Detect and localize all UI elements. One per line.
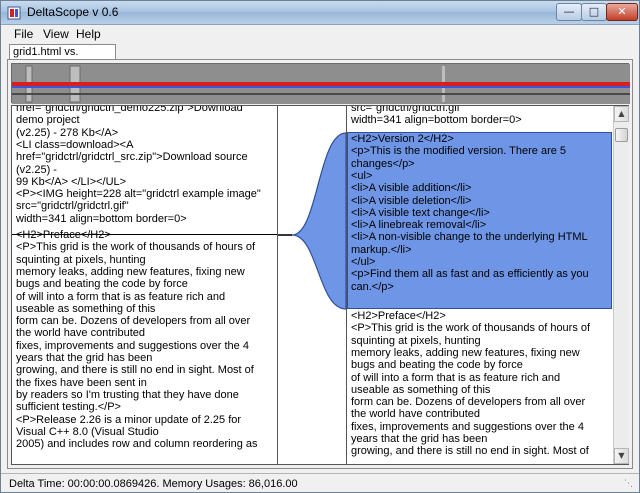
status-bar: Delta Time: 00:00:00.0869426. Memory Usa… (1, 473, 639, 492)
status-text: Delta Time: 00:00:00.0869426. Memory Usa… (9, 478, 298, 490)
maximize-icon: □ (588, 5, 600, 18)
code-line: useable as something of this (16, 302, 156, 315)
code-line: <li>A visible addition</li> (351, 182, 472, 195)
scroll-up-arrow-icon: ▲ (618, 109, 625, 118)
overview-red-line (12, 82, 630, 86)
code-line: squinting at pixels, hunting (16, 253, 146, 266)
close-button[interactable]: ✕ (606, 3, 638, 21)
code-line: <H2>Preface</H2> (16, 229, 111, 241)
right-scrollbar[interactable]: ▲ ▼ (613, 106, 629, 464)
code-line: the fixes have been sent in (16, 376, 147, 389)
app-window: DeltaScope v 0.6 — □ ✕ File View Help gr… (0, 0, 640, 493)
code-line: (v2.25) - 278 Kb</A> (16, 126, 119, 139)
menu-bar: File View Help (1, 25, 639, 43)
close-icon: ✕ (617, 5, 627, 18)
code-line: memory leaks, adding new features, fixin… (351, 346, 580, 359)
code-line: growing, and there is still no end in si… (16, 364, 254, 377)
resize-grip-icon[interactable]: ⋱ (624, 478, 636, 490)
code-line: fixes, improvements and suggestions over… (351, 420, 584, 433)
menu-file[interactable]: File (14, 27, 33, 41)
code-line: src="gridctrl/gridctrl.gif" (351, 105, 464, 114)
code-line: memory leaks, adding new features, fixin… (16, 265, 245, 278)
code-line: bugs and beating the code by force (16, 278, 188, 291)
left-text-pane[interactable]: href="gridctrl/gridctrl_demo225.zip">Dow… (11, 105, 278, 465)
minimize-button[interactable]: — (556, 3, 582, 21)
code-line: years that the grid has been (351, 433, 488, 445)
code-line: <p>This is the modified version. There a… (351, 145, 567, 158)
title-bar[interactable]: DeltaScope v 0.6 — □ ✕ (1, 1, 639, 25)
code-line: changes</p> (351, 157, 415, 170)
code-line: 99 Kb</A> </LI></UL> (16, 175, 127, 188)
code-line: bugs and beating the code by force (351, 359, 523, 372)
code-line: squinting at pixels, hunting (351, 334, 481, 347)
overview-blue-line (12, 86, 630, 88)
code-line: demo project (16, 114, 80, 127)
code-line: <li>A linebreak removal</li> (351, 219, 487, 232)
code-line: the world have contributed (351, 408, 481, 421)
code-line: of will into a form that is as feature r… (351, 371, 561, 384)
app-icon (7, 6, 21, 20)
code-line: can.</p> (351, 280, 394, 293)
code-line: form can be. Dozens of developers from a… (351, 396, 586, 409)
right-text-pane[interactable]: src="gridctrl/gridctrl.gif" width=341 ali… (346, 105, 629, 465)
code-line: <P>Release 2.26 is a minor update of 2.2… (16, 413, 242, 426)
code-line: <LI class=download><A (16, 138, 134, 151)
minimize-icon: — (563, 5, 575, 18)
code-line: <H2>Version 2</H2> (351, 133, 454, 145)
code-line: <P>This grid is the work of thousands of… (16, 241, 256, 254)
code-line: (v2.25) - (16, 163, 57, 176)
maximize-button[interactable]: □ (581, 3, 607, 21)
code-line: width=341 align=bottom border=0> (16, 212, 187, 225)
code-line: growing, and there is still no end in si… (351, 445, 589, 458)
code-line: src="gridctrl/gridctrl.gif" (16, 200, 129, 213)
left-change-separator (12, 234, 277, 235)
code-line: <li>A visible deletion</li> (351, 194, 472, 207)
code-line: href="gridctrl/gridctrl_demo225.zip">Dow… (16, 105, 243, 114)
code-line: 2005) and includes row and column reorde… (16, 438, 258, 451)
menu-help[interactable]: Help (76, 27, 101, 41)
tab-strip: grid1.html vs. grid2.html (1, 43, 639, 72)
tab-comparison[interactable]: grid1.html vs. grid2.html (9, 44, 116, 72)
code-line: <li>A non-visible change to the underlyi… (351, 231, 588, 244)
code-line: by readers so I'm trusting that they hav… (16, 388, 239, 401)
window-title: DeltaScope v 0.6 (27, 5, 119, 19)
code-line: years that the grid has been (16, 352, 153, 364)
code-line: <H2>Preface</H2> (351, 310, 446, 322)
overview-dark-line (12, 93, 630, 95)
code-line: </ul> (351, 256, 376, 268)
code-line: markup.</li> (351, 243, 412, 256)
code-line: the world have contributed (16, 327, 146, 340)
code-line: href="gridctrl/gridctrl_src.zip">Downloa… (16, 151, 248, 164)
code-line: form can be. Dozens of developers from a… (16, 315, 251, 328)
code-line: useable as something of this (351, 383, 491, 396)
scroll-up-button[interactable]: ▲ (614, 106, 629, 122)
code-line: of will into a form that is as feature r… (16, 290, 226, 303)
code-line: <P>This grid is the work of thousands of… (351, 322, 591, 335)
connector-curve (278, 132, 346, 310)
diff-overview-bar[interactable] (11, 63, 630, 104)
code-line: <p>Find them all as fast and as efficien… (351, 268, 589, 281)
scroll-down-arrow-icon: ▼ (618, 451, 625, 460)
code-line: <P><IMG height=228 alt="gridctrl example… (16, 188, 261, 201)
scroll-thumb[interactable] (615, 128, 628, 142)
code-line: sufficient testing.</P> (16, 401, 121, 414)
code-line: <li>A visible text change</li> (351, 206, 490, 219)
code-line: width=341 align=bottom border=0> (351, 114, 522, 127)
diff-connector-gutter (278, 105, 346, 465)
scroll-down-button[interactable]: ▼ (614, 448, 629, 464)
code-line: <ul> (351, 169, 373, 182)
code-line: Visual C++ 8.0 (Visual Studio (16, 425, 159, 438)
code-line: fixes, improvements and suggestions over… (16, 339, 249, 352)
menu-view[interactable]: View (43, 27, 69, 41)
